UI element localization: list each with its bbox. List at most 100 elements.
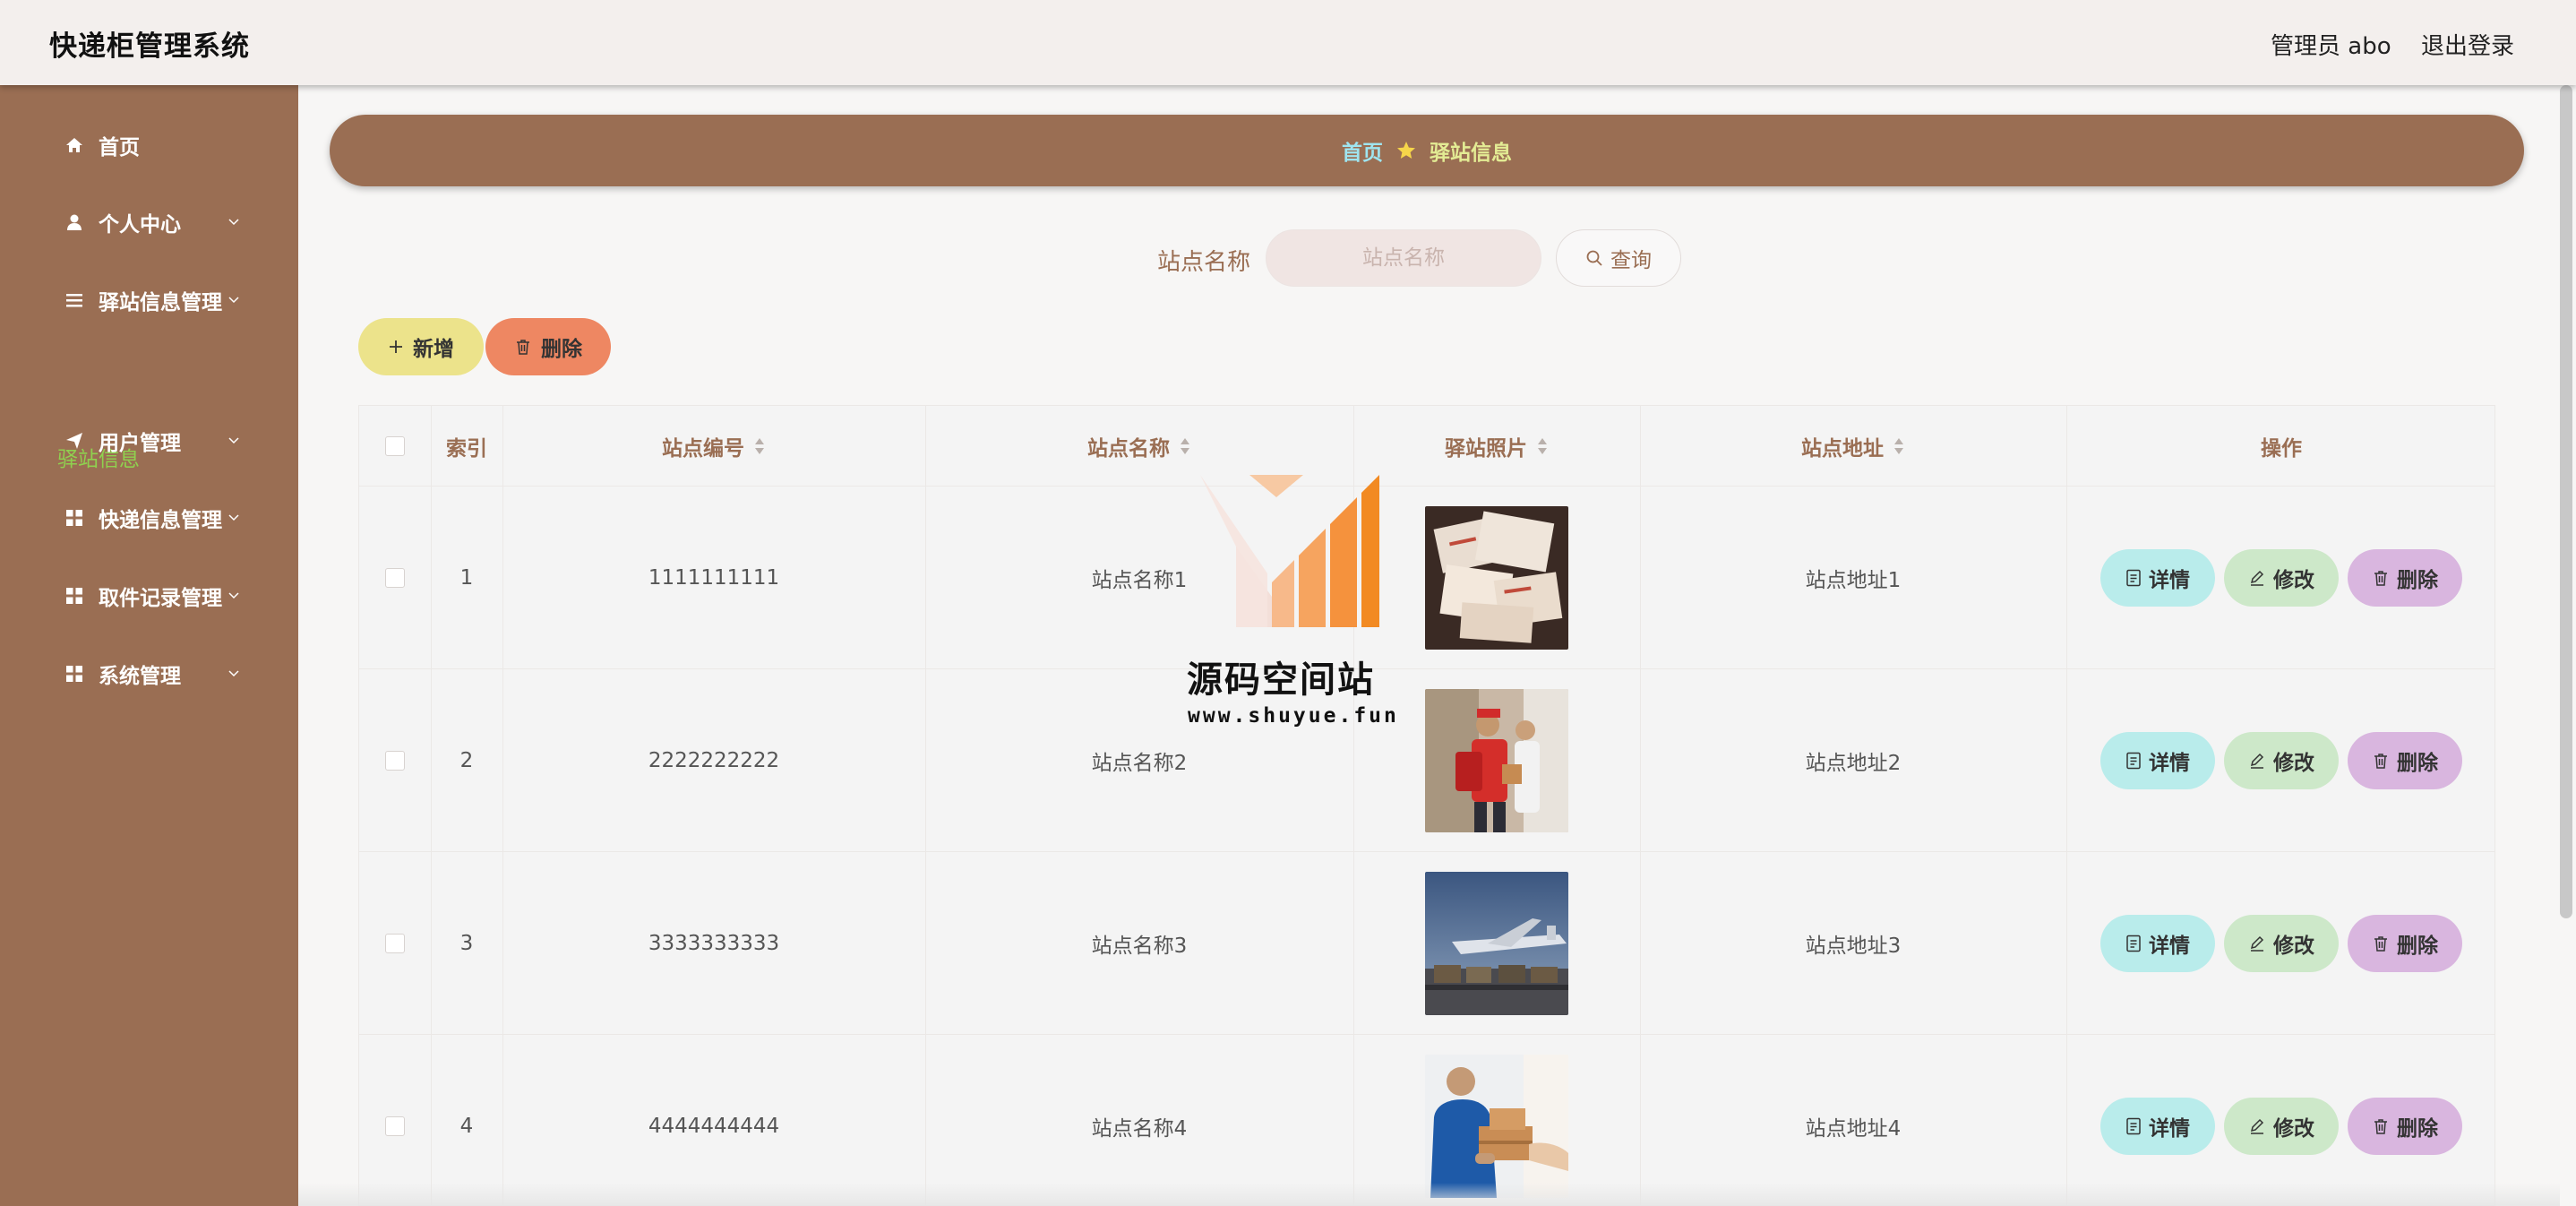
trash-icon [2374,1119,2387,1134]
delete-button-label: 删除 [2397,752,2438,775]
cell-actions: 详情 修改 删除 [2066,487,2494,669]
breadcrumb-home[interactable]: 首页 [1342,135,1383,166]
cell-address: 站点地址2 [1805,752,1902,775]
cell-actions: 详情 修改 删除 [2066,1035,2494,1205]
edit-button[interactable]: 修改 [2224,1098,2339,1155]
edit-button-label: 修改 [2273,569,2314,592]
bottom-fade [298,1183,2560,1206]
delivery-handover-photo[interactable] [1425,1055,1568,1198]
row-select-cell [359,852,431,1035]
chevron-down-icon [228,219,239,226]
chevron-down-icon [228,297,239,304]
trash-icon [517,340,529,355]
row-select-cell [359,487,431,669]
detail-button[interactable]: 详情 [2100,1098,2215,1155]
sort-icon [1181,438,1189,454]
cell-code: 1111111111 [648,566,780,590]
sidebar-item-label: 个人中心 [99,213,181,237]
sidebar-item-station[interactable]: 驿站信息管理 [0,273,298,327]
edit-button-label: 修改 [2273,1117,2314,1141]
sidebar-item-users[interactable]: 用户管理 [0,414,298,468]
table-header: 索引 站点编号 站点名称 驿站照片 站点地址 操作 [359,406,2494,487]
add-button-label: 新增 [413,338,454,361]
row-select-cell [359,1035,431,1205]
cell-name: 站点名称4 [1091,1117,1188,1141]
sidebar-item-system[interactable]: 系统管理 [0,647,298,701]
user-icon [64,212,84,232]
cell-code: 4444444444 [648,1115,780,1138]
table-row: 2 2222222222 站点名称2 站点地址2 详情 修改 删除 [359,669,2494,852]
delete-button-label: 删除 [2397,569,2438,592]
cell-index: 3 [459,932,474,955]
detail-button-label: 详情 [2149,752,2190,775]
sidebar-item-label: 取件记录管理 [99,587,222,610]
cell-code: 2222222222 [648,749,780,772]
courier-photo[interactable] [1425,689,1568,832]
cell-photo [1353,1035,1640,1205]
edit-button[interactable]: 修改 [2224,915,2339,972]
search-icon [1586,250,1602,266]
cell-index: 4 [459,1115,474,1138]
send-icon [64,431,84,451]
parcels-photo[interactable] [1425,506,1568,650]
header-code[interactable]: 站点编号 [502,406,925,487]
row-checkbox[interactable] [385,751,405,771]
edit-button[interactable]: 修改 [2224,732,2339,789]
sidebar-item-profile[interactable]: 个人中心 [0,195,298,249]
table-row: 1 1111111111 站点名称1 站点地址1 详情 修改 删除 [359,487,2494,669]
row-checkbox[interactable] [385,568,405,588]
edit-button[interactable]: 修改 [2224,549,2339,607]
app-title: 快递柜管理系统 [49,30,250,63]
row-select-cell [359,669,431,852]
sidebar-item-label: 系统管理 [99,665,181,688]
grid-icon [64,508,84,528]
document-icon [2126,752,2141,770]
sort-icon [755,438,764,454]
edit-icon [2250,1118,2264,1134]
cell-photo [1353,852,1640,1035]
row-checkbox[interactable] [385,934,405,953]
header-index: 索引 [446,437,487,461]
detail-button-label: 详情 [2149,1117,2190,1141]
cell-address: 站点地址1 [1805,569,1902,592]
watermark-url: www.shuyue.fun [1188,704,1399,728]
delete-button[interactable]: 删除 [2348,732,2462,789]
edit-button-label: 修改 [2273,752,2314,775]
sidebar-item-label: 驿站信息管理 [99,291,222,314]
search-input[interactable] [1266,229,1541,287]
delete-button[interactable]: 删除 [2348,1098,2462,1155]
grid-icon [64,586,84,606]
edit-button-label: 修改 [2273,935,2314,958]
sort-icon [1538,438,1547,454]
breadcrumb-current: 驿站信息 [1430,142,1512,165]
sort-icon [1894,438,1903,454]
row-checkbox[interactable] [385,1116,405,1136]
logout-link[interactable]: 退出登录 [2421,28,2514,61]
header-address[interactable]: 站点地址 [1640,406,2066,487]
delete-button[interactable]: 删除 [2348,549,2462,607]
sidebar-item-express[interactable]: 快递信息管理 [0,491,298,545]
select-all-cell [359,406,431,487]
batch-delete-button[interactable]: 删除 [485,318,611,375]
detail-button[interactable]: 详情 [2100,915,2215,972]
select-all-checkbox[interactable] [385,436,405,456]
sidebar-item-pickup[interactable]: 取件记录管理 [0,569,298,623]
chevron-down-icon [228,437,239,444]
document-icon [2126,935,2141,952]
detail-button[interactable]: 详情 [2100,549,2215,607]
detail-button[interactable]: 详情 [2100,732,2215,789]
document-icon [2126,569,2141,587]
search-button[interactable]: 查询 [1556,229,1681,287]
station-table: 索引 站点编号 站点名称 驿站照片 站点地址 操作 1 1111111111 站… [358,405,2495,1206]
cell-actions: 详情 修改 删除 [2066,669,2494,852]
table-row: 3 3333333333 站点名称3 站点地址3 详情 修改 删除 [359,852,2494,1035]
delete-button[interactable]: 删除 [2348,915,2462,972]
page-scrollbar[interactable] [2560,85,2572,918]
airport-cargo-photo[interactable] [1425,872,1568,1015]
add-button[interactable]: 新增 [358,318,484,375]
sidebar-item-label: 快递信息管理 [99,509,222,532]
chevron-down-icon [228,514,239,521]
top-bar: 快递柜管理系统 管理员 abo 退出登录 [0,0,2576,85]
sidebar-item-home[interactable]: 首页 [0,118,298,172]
trash-icon [2374,754,2387,769]
